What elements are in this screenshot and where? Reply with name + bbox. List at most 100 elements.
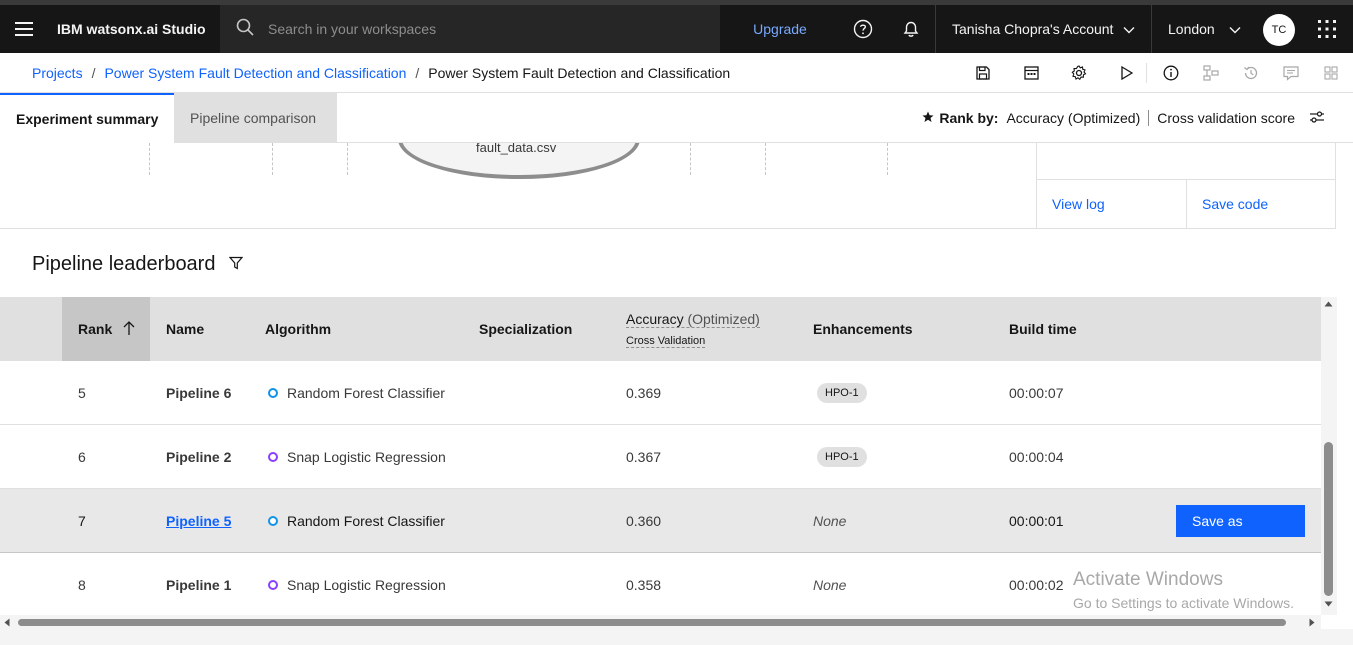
diagram-connector bbox=[887, 143, 888, 175]
pipeline-name[interactable]: Pipeline 5 bbox=[166, 489, 231, 553]
enhancement-tag: HPO-1 bbox=[817, 383, 867, 403]
diagram-connector bbox=[765, 143, 766, 175]
rank-cell: 6 bbox=[78, 449, 86, 465]
brand-name[interactable]: IBM watsonx.ai Studio bbox=[48, 21, 220, 37]
column-header-specialization[interactable]: Specialization bbox=[479, 297, 572, 361]
accuracy-cell: 0.358 bbox=[626, 577, 662, 593]
column-header-algorithm[interactable]: Algorithm bbox=[265, 297, 331, 361]
info-icon[interactable] bbox=[1155, 53, 1187, 93]
vertical-scrollbar-thumb[interactable] bbox=[1324, 442, 1333, 596]
pipeline-diagram: fault_data.csv bbox=[0, 143, 1036, 229]
diagram-connector bbox=[690, 143, 691, 175]
breadcrumb: Projects / Power System Fault Detection … bbox=[0, 53, 1353, 93]
watermark-title: Activate Windows bbox=[1073, 569, 1223, 590]
save-as-button[interactable]: Save as bbox=[1176, 505, 1305, 537]
search-placeholder: Search in your workspaces bbox=[268, 21, 437, 37]
star-icon bbox=[922, 110, 934, 126]
layout-icon[interactable] bbox=[1315, 53, 1347, 93]
pipeline-name[interactable]: Pipeline 2 bbox=[166, 425, 231, 489]
pipeline-name[interactable]: Pipeline 1 bbox=[166, 553, 231, 617]
notebook-icon[interactable] bbox=[1015, 53, 1047, 93]
accuracy-cell: 0.369 bbox=[626, 385, 662, 401]
enhancements-cell: None bbox=[813, 577, 847, 593]
column-header-build-time[interactable]: Build time bbox=[1009, 297, 1077, 361]
sort-ascending-icon[interactable] bbox=[123, 320, 135, 338]
account-switcher[interactable]: Tanisha Chopra's Account bbox=[935, 5, 1152, 53]
app-switcher-icon[interactable] bbox=[1303, 5, 1351, 53]
save-icon[interactable] bbox=[967, 53, 999, 93]
breadcrumb-projects[interactable]: Projects bbox=[32, 65, 83, 81]
window-bottom-strip bbox=[0, 629, 1353, 645]
algorithm-label: Random Forest Classifier bbox=[287, 385, 445, 401]
column-header-accuracy[interactable]: Accuracy (Optimized) Cross Validation bbox=[626, 297, 760, 361]
rank-by-label: Rank by: bbox=[939, 110, 999, 126]
avatar[interactable]: TC bbox=[1263, 14, 1295, 46]
table-row[interactable]: 5 Pipeline 6 Random Forest Classifier 0.… bbox=[0, 361, 1321, 425]
side-panel-header bbox=[1037, 143, 1335, 180]
breadcrumb-current: Power System Fault Detection and Classif… bbox=[428, 64, 731, 81]
table-row[interactable]: 7 Pipeline 5 Random Forest Classifier 0.… bbox=[0, 489, 1321, 553]
rank-cell: 7 bbox=[78, 513, 86, 529]
scroll-up-icon[interactable] bbox=[1324, 301, 1333, 307]
menu-icon[interactable] bbox=[0, 5, 48, 53]
diagram-connector bbox=[347, 143, 348, 175]
build-time-cell: 00:00:07 bbox=[1009, 385, 1064, 401]
pipeline-name[interactable]: Pipeline 6 bbox=[166, 361, 231, 425]
build-time-cell: 00:00:04 bbox=[1009, 449, 1064, 465]
random-forest-dot-icon bbox=[268, 516, 278, 526]
enhancements-cell: HPO-1 bbox=[817, 425, 867, 489]
algorithm-label: Random Forest Classifier bbox=[287, 513, 445, 529]
column-header-rank[interactable]: Rank bbox=[78, 297, 135, 361]
horizontal-scrollbar-thumb[interactable] bbox=[18, 619, 1286, 626]
rank-by-score-type: Cross validation score bbox=[1157, 110, 1295, 126]
save-code-link[interactable]: Save code bbox=[1186, 180, 1335, 228]
column-header-enhancements[interactable]: Enhancements bbox=[813, 297, 913, 361]
tabs-bar: Experiment summary Pipeline comparison R… bbox=[0, 93, 1353, 143]
chevron-down-icon bbox=[1229, 21, 1241, 37]
search-input[interactable]: Search in your workspaces bbox=[220, 5, 720, 53]
lineage-icon[interactable] bbox=[1195, 53, 1227, 93]
history-icon[interactable] bbox=[1235, 53, 1267, 93]
random-forest-dot-icon bbox=[268, 388, 278, 398]
rank-cell: 5 bbox=[78, 385, 86, 401]
diagram-connector bbox=[149, 143, 150, 175]
toolbar-divider bbox=[1146, 63, 1147, 83]
breadcrumb-separator: / bbox=[415, 64, 420, 81]
scroll-down-icon[interactable] bbox=[1324, 601, 1333, 607]
column-header-rank-label: Rank bbox=[78, 321, 113, 337]
breadcrumb-project[interactable]: Power System Fault Detection and Classif… bbox=[104, 65, 406, 81]
scroll-right-icon[interactable] bbox=[1309, 618, 1315, 627]
rank-by-divider bbox=[1148, 110, 1150, 126]
accuracy-header-subtitle: Cross Validation bbox=[626, 334, 706, 348]
notification-icon[interactable] bbox=[887, 5, 935, 53]
enhancements-cell: HPO-1 bbox=[817, 361, 867, 425]
upgrade-link[interactable]: Upgrade bbox=[736, 5, 824, 53]
accuracy-header-line: Accuracy (Optimized) bbox=[626, 311, 760, 328]
accuracy-cell: 0.360 bbox=[626, 513, 662, 529]
table-row[interactable]: 6 Pipeline 2 Snap Logistic Regression 0.… bbox=[0, 425, 1321, 489]
breadcrumb-separator: / bbox=[91, 64, 96, 81]
help-icon[interactable] bbox=[839, 5, 887, 53]
view-log-link[interactable]: View log bbox=[1037, 180, 1186, 228]
column-header-name[interactable]: Name bbox=[166, 297, 204, 361]
rank-by-control[interactable]: Rank by: Accuracy (Optimized) Cross vali… bbox=[922, 93, 1325, 143]
run-icon[interactable] bbox=[1111, 53, 1143, 93]
region-label: London bbox=[1168, 21, 1215, 37]
accuracy-header-label: Accuracy bbox=[626, 310, 684, 327]
comment-icon[interactable] bbox=[1275, 53, 1307, 93]
region-switcher[interactable]: London bbox=[1153, 5, 1249, 53]
tab-experiment-summary[interactable]: Experiment summary bbox=[0, 93, 174, 143]
watermark-subtitle: Go to Settings to activate Windows. bbox=[1073, 595, 1294, 611]
settings-adjust-icon[interactable] bbox=[1309, 110, 1325, 127]
logistic-regression-dot-icon bbox=[268, 580, 278, 590]
table-header: Rank Name Algorithm Specialization Accur… bbox=[0, 297, 1321, 361]
leaderboard-title: Pipeline leaderboard bbox=[32, 253, 216, 275]
account-label: Tanisha Chopra's Account bbox=[952, 21, 1114, 37]
scroll-left-icon[interactable] bbox=[4, 618, 10, 627]
filter-icon[interactable] bbox=[229, 253, 244, 276]
algorithm-label: Snap Logistic Regression bbox=[287, 449, 446, 465]
accuracy-header-suffix: (Optimized) bbox=[687, 310, 760, 327]
gear-icon[interactable] bbox=[1063, 53, 1095, 93]
top-navigation-bar: IBM watsonx.ai Studio Search in your wor… bbox=[0, 5, 1353, 53]
tab-pipeline-comparison[interactable]: Pipeline comparison bbox=[174, 93, 337, 143]
